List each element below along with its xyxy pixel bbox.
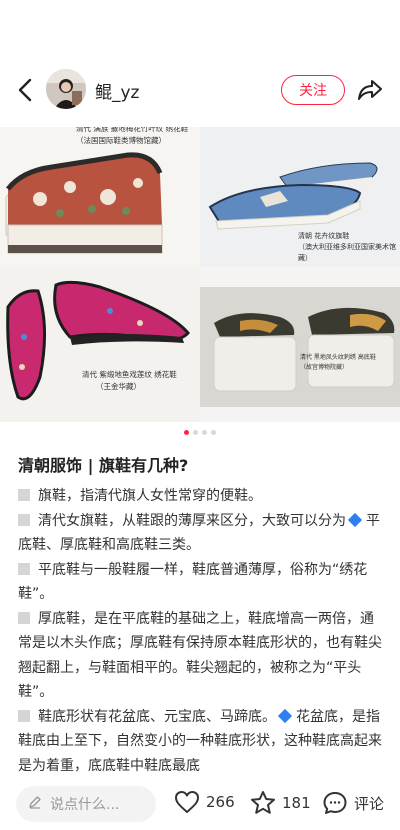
caption-line: 清代 满族 撒地梅花竹叶纹 绣花鞋 bbox=[76, 127, 189, 133]
paragraph-text: 清代女旗鞋，从鞋跟的薄厚来区分，大致可以分为 bbox=[38, 512, 346, 529]
square-bullet-icon bbox=[18, 513, 30, 526]
paragraph: 厚底鞋，是在平底鞋的基础之上，鞋底增高一两倍，通常是以木头作底；厚底鞋有保持原本… bbox=[18, 607, 384, 705]
shoe-image-4: 清代 黑地凤头纹刺绣 高底鞋 （故宫博物院藏） bbox=[200, 287, 400, 407]
square-bullet-icon bbox=[18, 489, 30, 501]
collect-button[interactable]: 181 bbox=[250, 790, 311, 815]
heart-icon bbox=[175, 791, 199, 813]
paragraph: 平底鞋与一般鞋履一样，鞋底普通薄厚，俗称为“绣花鞋”。 bbox=[18, 558, 384, 607]
shoe-image-1: 清代 满族 撒地梅花竹叶纹 绣花鞋 （法国国际鞋类博物馆藏） bbox=[0, 127, 200, 267]
pen-icon bbox=[28, 795, 42, 813]
star-icon bbox=[251, 791, 275, 814]
paragraph-text: 厚底鞋，是在平底鞋的基础之上，鞋底增高一两倍，通常是以木头作底；厚底鞋有保持原本… bbox=[18, 610, 382, 701]
bottom-action-bar: 说点什么... 266 181 评论 bbox=[0, 772, 400, 830]
caption-line: （王金华藏） bbox=[96, 382, 141, 391]
blue-diamond-icon bbox=[277, 708, 293, 723]
comment-input[interactable]: 说点什么... bbox=[16, 786, 156, 822]
carousel-dot bbox=[202, 430, 207, 435]
square-bullet-icon bbox=[18, 709, 30, 722]
share-button[interactable] bbox=[356, 76, 384, 104]
shoe-image-3: 清代 紫缎地鱼戏莲纹 绣花鞋 （王金华藏） bbox=[0, 267, 200, 422]
like-button[interactable]: 266 bbox=[174, 790, 235, 814]
username[interactable]: 鲲_yz bbox=[95, 78, 139, 103]
caption-line: 清朝 花卉纹旗鞋 bbox=[298, 232, 350, 240]
like-count: 266 bbox=[206, 793, 235, 811]
carousel-dot bbox=[211, 430, 216, 435]
paragraph: 旗鞋，指清代旗人女性常穿的便鞋。 bbox=[18, 484, 384, 509]
paragraph-text: 平底鞋与一般鞋履一样，鞋底普通薄厚，俗称为“绣花鞋”。 bbox=[18, 561, 368, 603]
collect-count: 181 bbox=[282, 793, 311, 812]
caption-line: （澳大利亚维多利亚国家美术馆藏） bbox=[298, 243, 396, 263]
post-header: 鲲_yz 关注 bbox=[0, 62, 400, 118]
chevron-left-icon bbox=[18, 78, 32, 102]
square-bullet-icon bbox=[18, 611, 30, 624]
caption-line: （法国国际鞋类博物馆藏） bbox=[76, 136, 166, 145]
post-title: 清朝服饰 | 旗鞋有几种? bbox=[18, 456, 189, 475]
caption-line: 清代 黑地凤头纹刺绣 高底鞋 bbox=[300, 354, 376, 361]
comment-bubble-icon bbox=[323, 792, 347, 814]
back-button[interactable] bbox=[12, 76, 38, 104]
carousel-indicator bbox=[0, 430, 400, 435]
follow-button[interactable]: 关注 bbox=[281, 75, 345, 105]
shoe-image-2: 清朝 花卉纹旗鞋 （澳大利亚维多利亚国家美术馆藏） bbox=[200, 127, 400, 267]
paragraph-text: 鞋底形状有花盆底、元宝底、马蹄底。 bbox=[38, 708, 276, 725]
carousel-dot bbox=[193, 430, 198, 435]
paragraph: 清代女旗鞋，从鞋跟的薄厚来区分，大致可以分为 平底鞋、厚底鞋和高底鞋三类。 bbox=[18, 509, 384, 558]
comment-placeholder: 说点什么... bbox=[50, 797, 120, 813]
caption-line: （故宫博物院藏） bbox=[300, 363, 349, 371]
post-content: 旗鞋，指清代旗人女性常穿的便鞋。 清代女旗鞋，从鞋跟的薄厚来区分，大致可以分为平… bbox=[18, 484, 384, 774]
paragraph-text: 旗鞋，指清代旗人女性常穿的便鞋。 bbox=[38, 488, 262, 504]
blue-diamond-icon bbox=[347, 512, 363, 527]
caption-line: 清代 紫缎地鱼戏莲纹 绣花鞋 bbox=[82, 370, 177, 379]
paragraph: 鞋底形状有花盆底、元宝底、马蹄底。 花盆底，是指鞋底由上至下，自然变小的一种鞋底形… bbox=[18, 705, 384, 775]
comment-button[interactable]: 评论 bbox=[322, 790, 384, 816]
image-carousel[interactable]: 清代 满族 撒地梅花竹叶纹 绣花鞋 （法国国际鞋类博物馆藏） 清朝 花卉纹旗鞋 … bbox=[0, 127, 400, 422]
avatar[interactable] bbox=[46, 69, 86, 109]
square-bullet-icon bbox=[18, 562, 30, 575]
comment-label: 评论 bbox=[354, 794, 385, 813]
carousel-dot bbox=[184, 430, 189, 435]
share-icon bbox=[358, 80, 382, 100]
